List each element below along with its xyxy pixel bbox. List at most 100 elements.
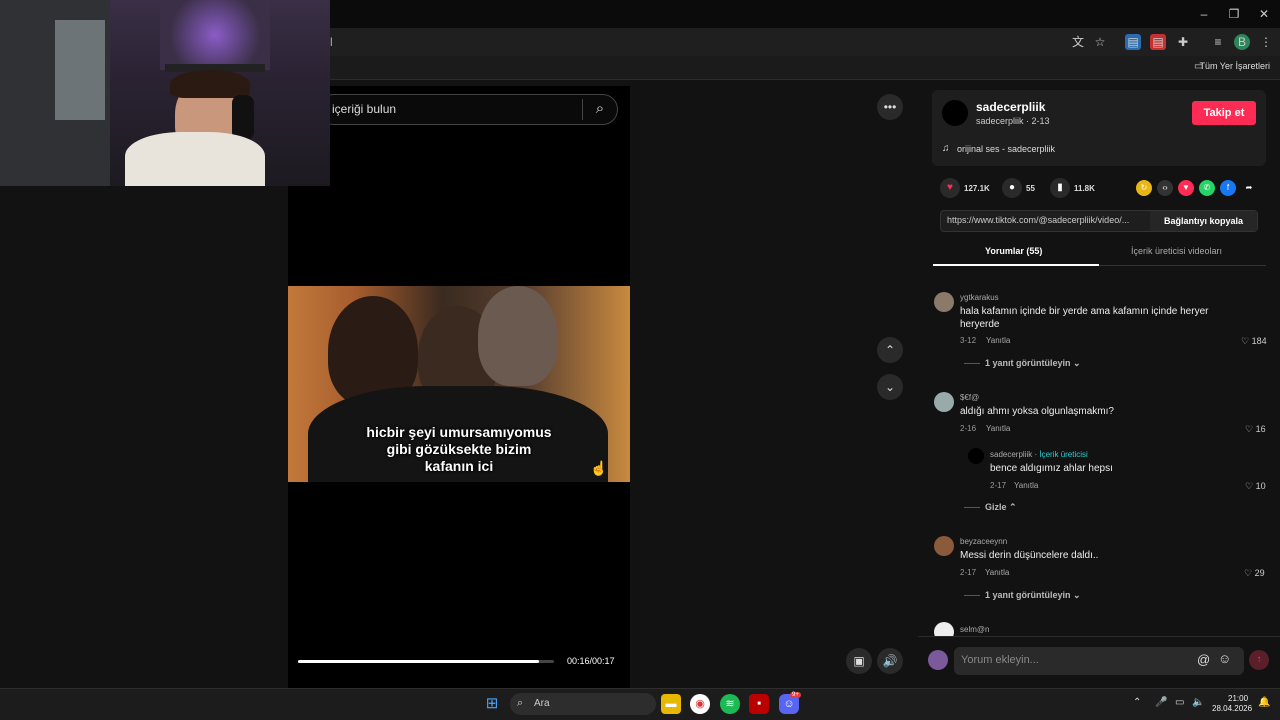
search-icon[interactable]: ⌕ (590, 99, 610, 119)
reply-button[interactable]: Yanıtla (986, 424, 1010, 433)
view-replies-button[interactable]: 1 yanıt görüntüleyin ⌄ (985, 590, 1081, 601)
taskbar-search-label[interactable]: Ara (534, 698, 550, 709)
speaker-icon[interactable]: 🔈 (1192, 697, 1204, 708)
avatar[interactable] (934, 392, 954, 412)
comment-placeholder[interactable]: Yorum ekleyin... (961, 654, 1039, 666)
comment-text: hala kafamın içinde bir yerde ama kafamı… (960, 306, 1209, 317)
view-replies-button[interactable]: 1 yanıt görüntüleyin ⌄ (985, 358, 1081, 369)
tab-comments[interactable]: Yorumlar (55) (985, 246, 1042, 256)
music-link[interactable]: orijinal ses - sadecerpliik (957, 144, 1055, 154)
saves-count: 11.8K (1074, 184, 1095, 193)
whatsapp-icon[interactable]: ✆ (1199, 180, 1215, 196)
media-control-icon[interactable]: ≡ (1210, 34, 1226, 50)
app-icon[interactable]: ■ (749, 694, 769, 714)
star-icon[interactable]: ☆ (1092, 34, 1108, 50)
like-count: 29 (1254, 568, 1265, 578)
like-count: 10 (1255, 481, 1266, 491)
comment-date: 2-17 (960, 568, 977, 577)
hide-label: Gizle (985, 502, 1007, 512)
share-arrow-icon[interactable]: ➦ (1241, 180, 1257, 196)
copy-link-button[interactable]: Bağlantıyı kopyala (1150, 211, 1257, 231)
facebook-icon[interactable]: f (1220, 180, 1236, 196)
person-figure (478, 286, 558, 386)
hide-replies-button[interactable]: Gizle ⌃ (985, 502, 1017, 513)
bookmark-icon[interactable]: ▮ (1050, 178, 1070, 198)
caption-line: kafanın ici (424, 458, 494, 474)
heart-icon[interactable]: ♥ (940, 178, 960, 198)
comment-username[interactable]: $€f@ (960, 393, 979, 402)
reply-button[interactable]: Yanıtla (986, 336, 1010, 345)
send-icon[interactable]: ▼ (1178, 180, 1194, 196)
comment-like[interactable]: ♡ 10 (1245, 481, 1266, 492)
translate-icon[interactable]: 文 (1070, 34, 1086, 50)
avatar[interactable] (942, 100, 968, 126)
chrome-icon[interactable]: ◉ (690, 694, 710, 714)
creator-badge: İçerik üreticisi (1039, 450, 1088, 459)
search-input[interactable]: içeriği bulun (332, 102, 396, 116)
comment-like[interactable]: ♡ 29 (1244, 568, 1265, 579)
clock-time[interactable]: 21:00 (1228, 694, 1248, 703)
purple-light (160, 0, 270, 70)
webcam-overlay (0, 0, 330, 186)
progress-fill[interactable] (298, 660, 539, 663)
comment-username[interactable]: ygtkarakus (960, 293, 999, 302)
emoji-icon[interactable]: ☺ (1218, 651, 1231, 666)
comment-icon[interactable]: ● (1002, 178, 1022, 198)
comment-username[interactable]: beyzaceeynn (960, 537, 1007, 546)
avatar[interactable] (934, 536, 954, 556)
puzzle-icon[interactable]: ✚ (1175, 34, 1191, 50)
windows-start-icon[interactable]: ⊞ (482, 694, 502, 714)
clock-date[interactable]: 28.04.2026 (1212, 704, 1252, 713)
url-text[interactable]: l (330, 35, 333, 49)
profile-icon[interactable]: B (1234, 34, 1250, 50)
comment-username[interactable]: selm@n (960, 625, 989, 634)
close-icon[interactable]: ✕ (1256, 6, 1272, 22)
mention-icon[interactable]: @ (1197, 652, 1210, 667)
more-options-icon[interactable]: ••• (877, 94, 903, 120)
follow-button[interactable]: Takip et (1192, 101, 1256, 125)
send-comment-icon[interactable]: ↑ (1249, 650, 1269, 670)
tab-creator-videos[interactable]: İçerik üreticisi videoları (1131, 246, 1222, 256)
embed-icon[interactable]: ‹› (1157, 180, 1173, 196)
volume-icon[interactable]: 🔊 (877, 648, 903, 674)
reply-button[interactable]: Yanıtla (985, 568, 1009, 577)
tray-chevron-icon[interactable]: ⌃ (1133, 697, 1141, 708)
video-link[interactable]: https://www.tiktok.com/@sadecerpliik/vid… (947, 215, 1129, 225)
comment-date: 3-12 (960, 336, 977, 345)
comment-date: 2-17 (990, 481, 1007, 490)
comment-date: 2-16 (960, 424, 977, 433)
comment-like[interactable]: ♡ 184 (1241, 336, 1267, 347)
music-note-icon: ♫ (942, 143, 950, 154)
avatar[interactable] (928, 650, 948, 670)
repost-icon[interactable]: ↻ (1136, 180, 1152, 196)
reply-button[interactable]: Yanıtla (1014, 481, 1038, 490)
like-count: 184 (1251, 336, 1267, 346)
comment-like[interactable]: ♡ 16 (1245, 424, 1266, 435)
taskbar-search[interactable] (510, 693, 656, 715)
file-explorer-icon[interactable]: ▬ (661, 694, 681, 714)
network-icon[interactable]: ▭ (1175, 697, 1184, 708)
comment-username[interactable]: sadecerpliik · İçerik üreticisi (990, 450, 1088, 459)
notifications-icon[interactable]: 🔔 (1258, 697, 1270, 708)
minimize-icon[interactable]: – (1196, 6, 1212, 22)
menu-icon[interactable]: ⋮ (1258, 34, 1274, 50)
chevron-up-icon[interactable]: ⌃ (877, 337, 903, 363)
extension-icon[interactable]: ▤ (1125, 34, 1141, 50)
maximize-icon[interactable]: ❐ (1226, 6, 1242, 22)
all-bookmarks-link[interactable]: Tüm Yer İşaretleri (1199, 61, 1270, 71)
profile-username[interactable]: sadecerpliik (976, 100, 1045, 114)
profile-handle: sadecerpliik · 2-13 (976, 116, 1050, 126)
divider (964, 595, 980, 596)
microphone-icon[interactable]: 🎤 (1155, 697, 1167, 708)
comment-text: aldığı ahmı yoksa olgunlaşmakmı? (960, 406, 1114, 417)
notification-badge: 9+ (790, 692, 801, 698)
view-replies-label: 1 yanıt görüntüleyin (985, 358, 1071, 368)
side-panel (918, 80, 1280, 688)
shirt (125, 132, 265, 186)
chevron-down-icon[interactable]: ⌄ (877, 374, 903, 400)
extension-icon[interactable]: ▤ (1150, 34, 1166, 50)
avatar[interactable] (968, 448, 984, 464)
floating-player-icon[interactable]: ▣ (846, 648, 872, 674)
spotify-icon[interactable]: ≋ (720, 694, 740, 714)
avatar[interactable] (934, 292, 954, 312)
